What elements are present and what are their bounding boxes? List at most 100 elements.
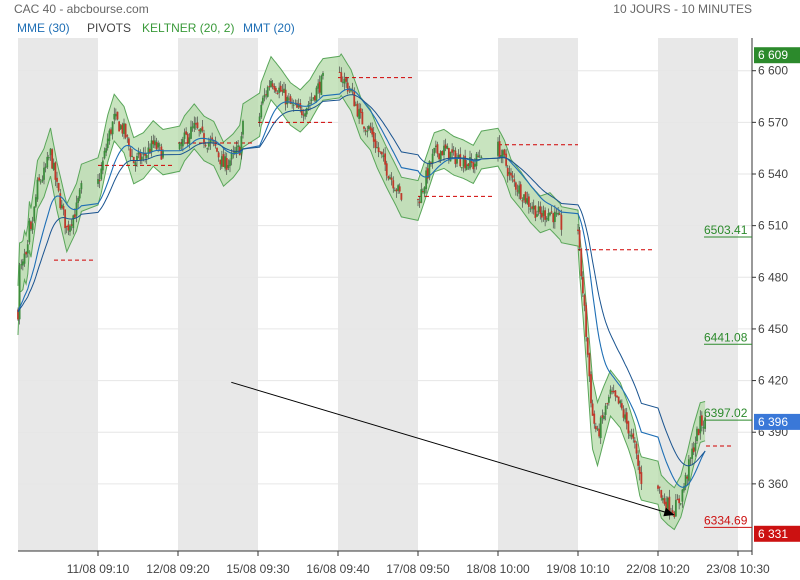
candle-body: [111, 121, 114, 135]
candle-body: [366, 130, 369, 133]
candle-body: [630, 434, 633, 437]
candle-body: [506, 167, 509, 177]
candle-body: [446, 145, 449, 150]
candle-body: [593, 413, 596, 424]
candle-body: [320, 75, 323, 95]
candle-body: [633, 440, 636, 443]
candle-body: [513, 179, 516, 182]
candle-body: [581, 276, 584, 294]
candle-body: [384, 153, 387, 165]
candle-body: [661, 497, 664, 501]
candle-body: [389, 177, 391, 180]
candle-body: [526, 198, 529, 204]
candle-body: [160, 146, 163, 160]
candle-body: [199, 128, 202, 133]
candle-body: [100, 168, 103, 180]
candle-body: [472, 162, 475, 170]
candle-body: [354, 104, 357, 106]
y-tick-label: 6 480: [758, 270, 788, 284]
candle-body: [322, 73, 324, 76]
candle-body: [183, 132, 186, 139]
candle-body: [271, 83, 274, 87]
candle-body: [676, 499, 679, 501]
candle-body: [518, 185, 521, 194]
candle-body: [315, 87, 318, 102]
candle-body: [44, 166, 47, 168]
candle-body: [614, 390, 617, 397]
candle-body: [52, 162, 55, 170]
candle-body: [145, 154, 148, 158]
candle-body: [529, 208, 532, 210]
candle-body: [312, 97, 315, 99]
candle-body: [400, 193, 403, 200]
candle-body: [555, 213, 558, 215]
candle-body: [452, 149, 455, 152]
candle-body: [679, 503, 682, 505]
candle-body: [65, 225, 68, 227]
candle-body: [606, 403, 609, 405]
level-label: 6441.08: [704, 330, 748, 344]
candle-body: [242, 120, 244, 135]
candle-body: [418, 201, 421, 204]
candle-body: [155, 141, 158, 150]
candle-body: [545, 218, 548, 220]
candle-body: [78, 189, 81, 199]
candle-body: [689, 457, 692, 459]
candle-body: [364, 130, 367, 132]
candle-body: [514, 182, 517, 190]
candle-body: [185, 131, 188, 135]
candle-body: [387, 176, 390, 179]
candle-body: [392, 180, 395, 189]
price-chart[interactable]: 6 3606 3906 4206 4506 4806 5106 5406 570…: [0, 0, 800, 580]
candle-body: [273, 85, 276, 90]
candle-body: [473, 163, 476, 167]
candle-body: [674, 500, 677, 517]
candle-body: [395, 189, 398, 192]
candle-body: [637, 454, 640, 466]
candle-body: [73, 214, 76, 218]
candle-body: [420, 189, 423, 203]
candle-body: [590, 374, 592, 404]
candle-body: [433, 147, 436, 154]
candle-body: [380, 151, 383, 155]
candle-body: [28, 220, 31, 243]
candle-body: [283, 88, 285, 93]
y-tick-label: 6 450: [758, 322, 788, 336]
candle-body: [224, 156, 227, 169]
candle-body: [629, 434, 631, 436]
candle-body: [441, 151, 444, 156]
candle-body: [627, 421, 630, 434]
level-label: 6503.41: [704, 223, 748, 237]
candle-body: [700, 415, 703, 426]
candle-body: [390, 177, 393, 180]
candle-body: [671, 510, 674, 513]
candle-body: [438, 153, 441, 160]
level-label: 6397.02: [704, 406, 748, 420]
candle-body: [229, 160, 231, 167]
candle-body: [235, 146, 238, 154]
candle-body: [524, 191, 527, 203]
candle-body: [108, 130, 111, 142]
candle-body: [201, 126, 204, 131]
candle-body: [292, 104, 295, 106]
candle-body: [536, 214, 538, 217]
candle-body: [140, 156, 143, 160]
candle-body: [110, 129, 112, 134]
candle-body: [98, 179, 101, 182]
candle-body: [361, 111, 364, 125]
candle-body: [625, 412, 628, 424]
candle-body: [657, 485, 659, 489]
candle-body: [129, 148, 132, 157]
candle-body: [54, 162, 57, 180]
candle-body: [152, 140, 155, 145]
candle-body: [139, 152, 142, 161]
candle-body: [268, 86, 271, 88]
candle-body: [694, 443, 697, 451]
candle-body: [181, 139, 184, 147]
candle-body: [586, 337, 589, 355]
candle-body: [219, 159, 222, 165]
candle-body: [382, 155, 385, 157]
candle-body: [23, 253, 26, 264]
candle-body: [397, 185, 400, 191]
candle-body: [67, 224, 70, 231]
